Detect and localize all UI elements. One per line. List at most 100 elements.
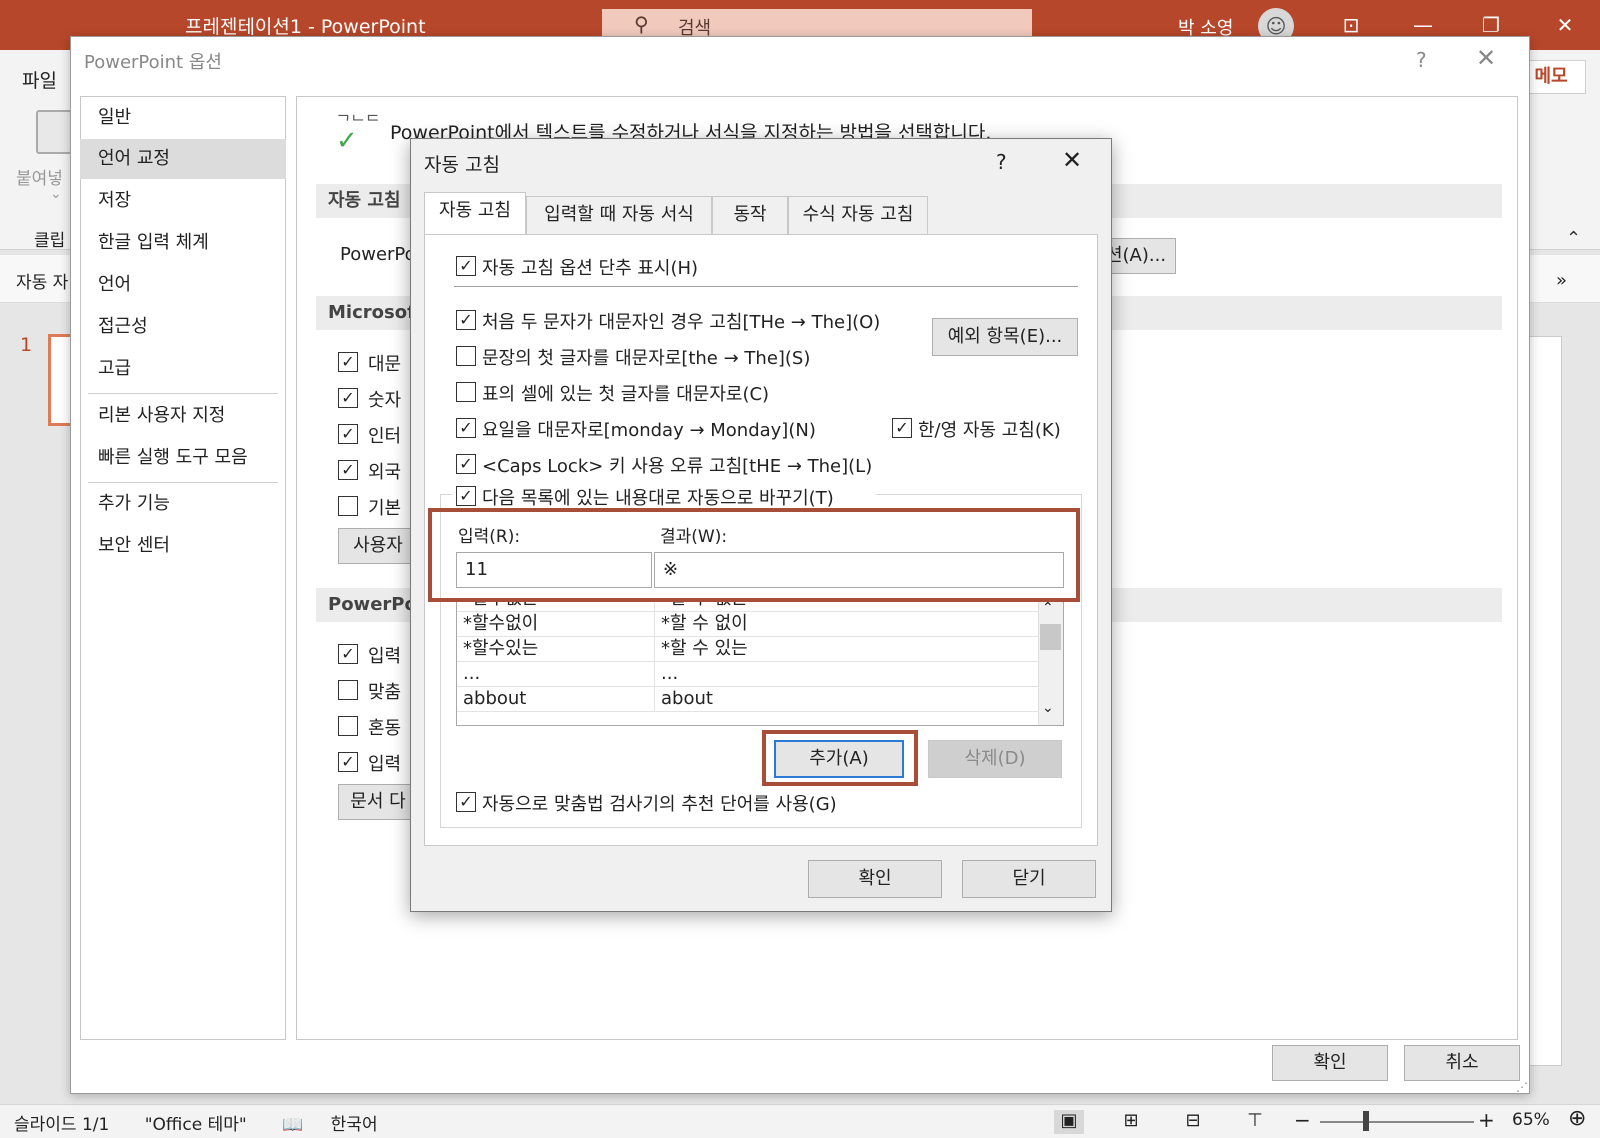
help-icon[interactable]: ? [996, 150, 1007, 174]
nav-quick-access[interactable]: 빠른 실행 도구 모음 [80, 438, 286, 478]
nav-advanced[interactable]: 고급 [80, 349, 286, 389]
slideshow-icon[interactable]: ⊤ [1240, 1110, 1270, 1134]
spell-suggest-label: 자동으로 맞춤법 검사기의 추천 단어를 사용(G) [482, 794, 837, 815]
ms-checkbox-2[interactable]: ✓ [338, 388, 358, 408]
options-cancel-button[interactable]: 취소 [1404, 1045, 1520, 1081]
search-icon: ⚲ [634, 12, 649, 36]
close-icon[interactable]: ✕ [1062, 146, 1082, 174]
autocorrect-text: PowerPo [340, 244, 416, 265]
tab-autoformat[interactable]: 입력할 때 자동 서식 [526, 196, 712, 234]
list-row[interactable]: *할수있는 *할 수 있는 [457, 637, 1041, 662]
tab-actions[interactable]: 동작 [712, 196, 788, 234]
zoom-level[interactable]: 65% [1512, 1110, 1550, 1130]
pp-checkbox-1[interactable]: ✓ [338, 644, 358, 664]
paste-icon[interactable] [36, 110, 72, 154]
nav-language[interactable]: 언어 [80, 265, 286, 305]
options-ok-button[interactable]: 확인 [1272, 1045, 1388, 1081]
close-icon[interactable]: ✕ [1476, 44, 1496, 72]
scroll-thumb[interactable] [1040, 624, 1061, 650]
options-dialog-title: PowerPoint 옵션 [84, 52, 222, 73]
exceptions-button[interactable]: 예외 항목(E)... [932, 318, 1078, 356]
tab-math-autocorrect[interactable]: 수식 자동 고침 [788, 196, 928, 234]
zoom-slider[interactable] [1320, 1121, 1474, 1123]
pp-option-3: 혼동 [368, 718, 402, 739]
slide-indicator: 슬라이드 1/1 [14, 1115, 110, 1135]
tab-autocorrect[interactable]: 자동 고침 [424, 192, 526, 234]
pp-checkbox-3[interactable] [338, 716, 358, 736]
two-initial-checkbox[interactable]: ✓ [456, 310, 476, 330]
show-buttons-checkbox[interactable]: ✓ [456, 256, 476, 276]
pp-checkbox-2[interactable] [338, 680, 358, 700]
pp-option-2: 맞춤 [368, 682, 402, 703]
resize-grip-icon[interactable]: ⋰ [1516, 1080, 1528, 1094]
language-indicator[interactable]: 한국어 [331, 1115, 378, 1135]
zoom-in-icon[interactable]: + [1478, 1108, 1495, 1132]
spell-suggest-checkbox[interactable]: ✓ [456, 792, 476, 812]
day-cap-label: 요일을 대문자로[monday → Monday](N) [482, 420, 816, 441]
divider [454, 286, 1078, 287]
nav-trust-center[interactable]: 보안 센터 [80, 526, 286, 566]
list-row[interactable]: ...... [457, 662, 1041, 687]
autocorrect-close-button[interactable]: 닫기 [962, 860, 1096, 898]
list-cell-input: abbout [463, 687, 655, 712]
custom-dictionary-button[interactable]: 사용자 [338, 528, 418, 564]
add-button[interactable]: 추가(A) [774, 740, 904, 778]
collapse-ribbon-icon[interactable]: ⌃ [1566, 228, 1581, 249]
nav-accessibility[interactable]: 접근성 [80, 307, 286, 347]
autocorrect-dialog-title: 자동 고침 [424, 154, 500, 176]
tab-file[interactable]: 파일 [22, 66, 57, 93]
nav-divider [88, 482, 278, 483]
book-icon[interactable]: 📖 [282, 1115, 303, 1135]
close-window-button[interactable]: ✕ [1540, 6, 1590, 44]
table-cap-checkbox[interactable] [456, 382, 476, 402]
nav-korean-ime[interactable]: 한글 입력 체계 [80, 223, 286, 263]
nav-general[interactable]: 일반 [80, 98, 286, 138]
quick-bar-label[interactable]: 자동 자 [16, 268, 68, 293]
autocorrect-ok-button[interactable]: 확인 [808, 860, 942, 898]
show-buttons-label: 자동 고침 옵션 단추 표시(H) [482, 258, 699, 279]
help-icon[interactable]: ? [1416, 48, 1427, 72]
reading-view-icon[interactable]: ⊟ [1178, 1110, 1208, 1134]
list-cell-input: *할수있는 [463, 637, 655, 662]
zoom-out-icon[interactable]: − [1294, 1108, 1311, 1132]
hanyoung-label: 한/영 자동 고침(K) [918, 420, 1061, 441]
pp-option-4: 입력 [368, 754, 402, 775]
sentence-cap-checkbox[interactable] [456, 346, 476, 366]
nav-customize-ribbon[interactable]: 리본 사용자 지정 [80, 396, 286, 436]
caps-lock-checkbox[interactable]: ✓ [456, 454, 476, 474]
proofing-check-icon: ✓ [336, 126, 358, 156]
zoom-slider-thumb[interactable] [1363, 1111, 1369, 1131]
nav-proofing[interactable]: 언어 교정 [80, 139, 286, 179]
ms-checkbox-1[interactable]: ✓ [338, 352, 358, 372]
list-row[interactable]: *할수없이 *할 수 없이 [457, 612, 1041, 637]
scroll-down-icon[interactable]: ⌄ [1042, 700, 1054, 716]
ms-option-4: 외국 [368, 462, 402, 483]
more-icon[interactable]: » [1556, 270, 1567, 291]
nav-save[interactable]: 저장 [80, 181, 286, 221]
ms-checkbox-4[interactable]: ✓ [338, 460, 358, 480]
nav-addins[interactable]: 추가 기능 [80, 484, 286, 524]
replace-checkbox[interactable]: ✓ [456, 486, 476, 506]
two-initial-label: 처음 두 문자가 대문자인 경우 고침[THe → The](O) [482, 312, 881, 333]
pp-checkbox-4[interactable]: ✓ [338, 752, 358, 772]
sorter-view-icon[interactable]: ⊞ [1116, 1110, 1146, 1134]
normal-view-icon[interactable]: ▣ [1054, 1110, 1084, 1134]
list-cell-input: *할수없이 [463, 612, 655, 637]
ms-checkbox-3[interactable]: ✓ [338, 424, 358, 444]
document-button[interactable]: 문서 다 [338, 784, 418, 820]
table-cap-label: 표의 셀에 있는 첫 글자를 대문자로(C) [482, 384, 770, 405]
replacement-list[interactable]: *할수없는 *할 수 없는 *할수없이 *할 수 없이 *할수있는 *할 수 있는 .… [456, 598, 1064, 726]
caps-lock-label: <Caps Lock> 키 사용 오류 고침[tHE → The](L) [482, 456, 873, 477]
pp-option-1: 입력 [368, 646, 402, 667]
delete-button[interactable]: 삭제(D) [928, 740, 1062, 778]
fit-slide-icon[interactable]: ⊕ [1568, 1106, 1586, 1131]
list-row[interactable]: abbout about [457, 687, 1041, 712]
ms-checkbox-5[interactable] [338, 496, 358, 516]
list-cell-result: about [661, 688, 713, 709]
list-cell-input: ... [463, 662, 655, 687]
hanyoung-checkbox[interactable]: ✓ [892, 418, 912, 438]
list-cell-result: *할 수 없이 [661, 613, 748, 634]
paste-dropdown-icon[interactable]: ⌄ [50, 186, 62, 202]
scroll-up-icon[interactable]: ⌃ [1042, 600, 1054, 616]
day-cap-checkbox[interactable]: ✓ [456, 418, 476, 438]
